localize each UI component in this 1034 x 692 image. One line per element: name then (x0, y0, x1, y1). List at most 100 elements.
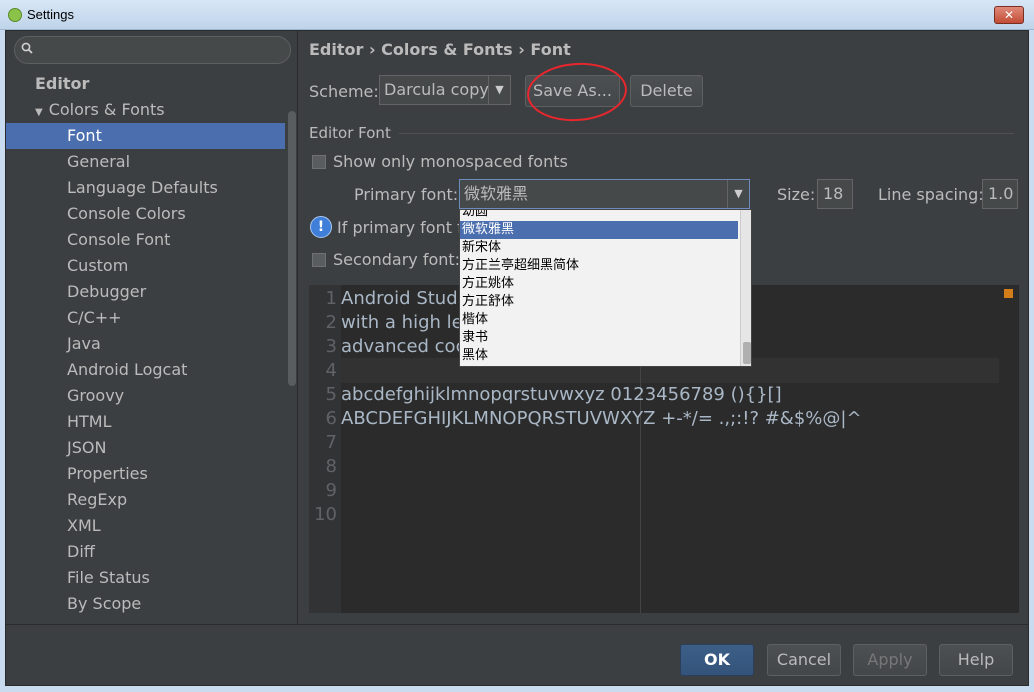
ok-button[interactable]: OK (680, 644, 754, 676)
chevron-down-icon: ▼ (727, 180, 749, 208)
font-option[interactable]: 方正舒体 (460, 293, 738, 311)
sidebar-item-label: By Scope (67, 594, 142, 613)
sidebar-item[interactable]: Java (6, 331, 285, 357)
dialog-footer: OK Cancel Apply Help (6, 624, 1028, 685)
red-annotation-circle (525, 59, 629, 125)
monospaced-label: Show only monospaced fonts (333, 152, 568, 171)
sidebar-item-label: Debugger (67, 282, 147, 301)
sidebar-item[interactable]: File Status (6, 565, 285, 591)
cancel-button[interactable]: Cancel (767, 644, 841, 676)
sidebar-item-label: Editor (35, 74, 90, 93)
info-icon: ! (310, 216, 332, 238)
sidebar-item[interactable]: RegExp (6, 487, 285, 513)
sidebar-item[interactable]: ▼ Colors & Fonts (6, 97, 285, 123)
sidebar-item[interactable]: Language Defaults (6, 175, 285, 201)
sidebar-item[interactable]: C/C++ (6, 305, 285, 331)
sidebar-item-label: Console Font (67, 230, 171, 249)
close-window-button[interactable]: ✕ (994, 6, 1024, 24)
sidebar-item[interactable]: Console Colors (6, 201, 285, 227)
sidebar-item-label: Custom (67, 256, 129, 275)
sidebar-item-label: Java (67, 334, 101, 353)
secondary-font-checkbox[interactable] (312, 253, 326, 267)
dropdown-scroll-thumb[interactable] (743, 342, 751, 364)
sidebar-item-label: Diff (67, 542, 95, 561)
font-option[interactable]: 方正姚体 (460, 275, 738, 293)
dropdown-scrollbar[interactable] (740, 210, 751, 366)
font-option[interactable]: 幼圆 (460, 210, 738, 221)
sidebar-item-label: Properties (67, 464, 148, 483)
line-number: 4 (325, 360, 337, 381)
sidebar-item-label: File Status (67, 568, 150, 587)
sidebar-item-label: Colors & Fonts (48, 100, 165, 119)
sidebar-item[interactable]: Properties (6, 461, 285, 487)
line-number: 2 (325, 312, 337, 333)
scheme-select[interactable]: Darcula copy ▼ (379, 75, 511, 105)
font-dropdown-list[interactable]: 幼圆 微软雅黑 新宋体 方正兰亭超细黑简体 方正姚体 方正舒体 楷体 隶书 黑体 (459, 209, 752, 367)
sidebar-item[interactable]: Diff (6, 539, 285, 565)
monospaced-checkbox[interactable] (312, 155, 326, 169)
sidebar-item[interactable]: Groovy (6, 383, 285, 409)
line-spacing-input[interactable]: 1.0 (982, 179, 1018, 209)
line-number: 9 (325, 480, 337, 501)
line-number: 3 (325, 336, 337, 357)
error-stripe-marker (1004, 289, 1013, 298)
sidebar-item[interactable]: General (6, 149, 285, 175)
line-number: 1 (325, 288, 337, 309)
sidebar-item[interactable]: Console Font (6, 227, 285, 253)
expand-arrow-icon[interactable]: ▼ (35, 107, 43, 118)
font-option[interactable]: 新宋体 (460, 239, 738, 257)
search-icon (21, 42, 33, 54)
sidebar-item-label: C/C++ (67, 308, 122, 327)
editor-font-section-title: Editor Font (309, 124, 391, 142)
primary-font-value: 微软雅黑 (464, 184, 529, 203)
code-line: ABCDEFGHIJKLMNOPQRSTUVWXYZ +-*/= .,;:!? … (341, 408, 862, 429)
help-button[interactable]: Help (939, 644, 1013, 676)
sidebar-item-label: HTML (67, 412, 112, 431)
sidebar-item[interactable]: Font (6, 123, 285, 149)
line-number: 7 (325, 432, 337, 453)
sidebar-item[interactable]: Editor (6, 71, 285, 97)
sidebar-item[interactable]: Android Logcat (6, 357, 285, 383)
sidebar-item[interactable]: Debugger (6, 279, 285, 305)
code-line: abcdefghijklmnopqrstuvwxyz 0123456789 ()… (341, 384, 782, 405)
sidebar-item-label: Font (67, 126, 102, 145)
android-studio-icon (8, 8, 22, 22)
font-option[interactable]: 微软雅黑 (460, 221, 738, 239)
sidebar-scrollbar[interactable] (288, 111, 296, 386)
primary-font-select[interactable]: 微软雅黑 ▼ (459, 179, 750, 209)
sidebar-item-label: RegExp (67, 490, 128, 509)
window-title: Settings (27, 7, 74, 22)
primary-font-label: Primary font: (354, 185, 459, 204)
font-option[interactable]: 方正兰亭超细黑简体 (460, 257, 738, 275)
apply-button[interactable]: Apply (853, 644, 927, 676)
sidebar-item[interactable]: By Scope (6, 591, 285, 617)
sidebar-item-label: XML (67, 516, 101, 535)
font-option[interactable]: 黑体 (460, 347, 738, 365)
sidebar-item-label: Language Defaults (67, 178, 218, 197)
font-option[interactable]: 隶书 (460, 329, 738, 347)
code-line: Android Stud (341, 288, 458, 309)
line-number: 8 (325, 456, 337, 477)
size-label: Size: (777, 185, 816, 204)
page-title: Editor › Colors & Fonts › Font (309, 40, 571, 59)
code-line: with a high le (341, 312, 463, 333)
sidebar-item-label: Android Logcat (67, 360, 188, 379)
line-number: 10 (314, 504, 337, 525)
line-number-gutter: 1 2 3 4 5 6 7 8 9 10 (309, 285, 341, 613)
settings-dialog: Editor ▼ Colors & Fonts Font General Language… (5, 30, 1029, 686)
search-input[interactable] (14, 36, 291, 64)
sidebar-item[interactable]: HTML (6, 409, 285, 435)
sidebar-item-label: General (67, 152, 131, 171)
primary-font-info-text: If primary font f (337, 218, 463, 237)
size-input[interactable]: 18 (817, 179, 853, 209)
delete-button[interactable]: Delete (630, 75, 703, 107)
settings-sidebar: Editor ▼ Colors & Fonts Font General Language… (6, 31, 298, 624)
sidebar-item-label: Groovy (67, 386, 125, 405)
code-line: advanced coc (341, 336, 466, 357)
secondary-font-label: Secondary font: (333, 250, 461, 269)
font-option[interactable]: 楷体 (460, 311, 738, 329)
sidebar-item[interactable]: XML (6, 513, 285, 539)
sidebar-item[interactable]: JSON (6, 435, 285, 461)
sidebar-item[interactable]: Custom (6, 253, 285, 279)
scheme-label: Scheme: (309, 82, 379, 101)
